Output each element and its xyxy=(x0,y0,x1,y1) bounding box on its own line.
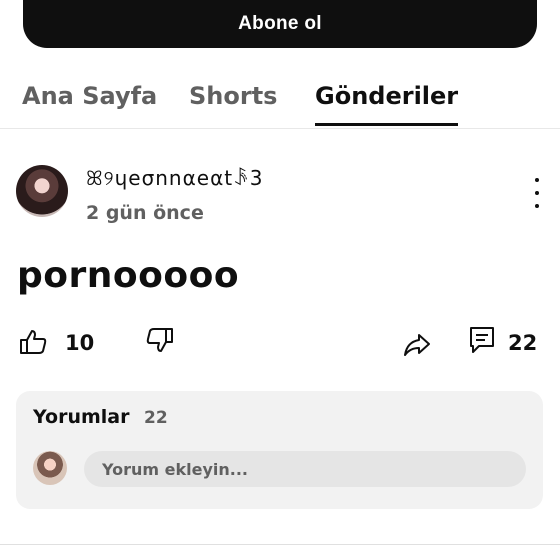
post-text: pornooooo xyxy=(17,255,240,296)
comments-section[interactable]: Yorumlar 22 xyxy=(16,391,543,509)
dot xyxy=(535,178,539,182)
share-icon[interactable] xyxy=(401,328,433,360)
thumbs-down-icon[interactable] xyxy=(144,324,176,356)
dot xyxy=(535,191,539,195)
subscribe-button[interactable]: Abone ol xyxy=(23,0,537,48)
tab-posts[interactable]: Gönderiler xyxy=(315,82,458,110)
author-avatar[interactable] xyxy=(16,165,68,217)
user-avatar xyxy=(33,451,67,485)
comment-icon[interactable] xyxy=(466,324,498,356)
post-actions: 10 22 xyxy=(0,320,560,366)
like-count: 10 xyxy=(65,331,95,355)
comments-count: 22 xyxy=(144,408,168,428)
author-name[interactable]: ꕤ୨ɥeσnnαeαtꂘ3 xyxy=(86,164,263,190)
active-tab-indicator xyxy=(315,123,458,126)
tab-home[interactable]: Ana Sayfa xyxy=(22,82,157,110)
comment-input[interactable] xyxy=(84,451,526,487)
comments-title: Yorumlar xyxy=(33,406,130,428)
post-time: 2 gün önce xyxy=(86,202,204,224)
comment-count: 22 xyxy=(508,331,538,355)
more-vertical-icon[interactable] xyxy=(526,178,548,208)
channel-tabs: Ana Sayfa Shorts Gönderiler xyxy=(0,72,560,129)
thumbs-up-icon[interactable] xyxy=(17,326,49,358)
post-header: ꕤ୨ɥeσnnαeαtꂘ3 2 gün önce xyxy=(0,160,560,230)
tab-shorts[interactable]: Shorts xyxy=(189,82,277,110)
dot xyxy=(535,204,539,208)
divider xyxy=(0,544,560,545)
